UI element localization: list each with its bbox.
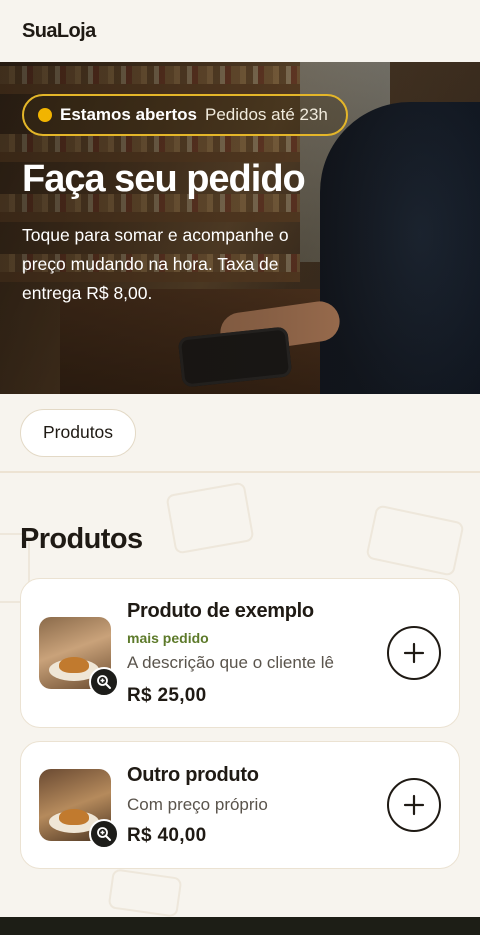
status-open-label: Estamos abertos [60,105,197,124]
product-info: Produto de exemplo mais pedido A descriç… [111,600,387,707]
add-to-cart-button[interactable] [387,626,441,680]
zoom-in-icon[interactable] [89,667,119,697]
product-description: Com preço próprio [127,794,268,814]
plus-icon [403,794,425,816]
section-title: Produtos [20,523,143,555]
product-info: Outro produto Com preço próprio R$ 40,00 [111,764,387,847]
product-section: Produtos Produto de exemplo mais pedido … [0,473,480,918]
product-name: Outro produto [127,763,259,786]
hero-banner: Estamos abertos Pedidos até 23h Faça seu… [0,62,480,394]
hero-title: Faça seu pedido [22,158,306,200]
product-name: Produto de exemplo [127,599,314,622]
product-card[interactable]: Produto de exemplo mais pedido A descriç… [20,578,460,728]
category-chip-produtos[interactable]: Produtos [20,408,137,457]
product-price: R$ 40,00 [127,824,207,846]
hero-description: Toque para somar e acompanhe o preço mud… [22,225,289,303]
background-doodle [107,868,183,918]
store-status-badge: Estamos abertos Pedidos até 23h [22,94,348,136]
brand-logo[interactable]: SuaLoja [22,20,96,43]
category-filter-bar: Produtos [0,394,480,473]
product-image-food [59,809,89,825]
status-dot-icon [38,108,52,122]
zoom-in-icon[interactable] [89,819,119,849]
hero-content: Estamos abertos Pedidos até 23h Faça seu… [22,94,460,308]
bottom-cart-bar[interactable] [0,917,480,935]
product-tag: mais pedido [127,629,209,646]
plus-icon [403,642,425,664]
product-price: R$ 25,00 [127,684,207,706]
product-image-wrapper [39,769,119,849]
status-hours-label: Pedidos até 23h [205,105,328,124]
product-card[interactable]: Outro produto Com preço próprio R$ 40,00 [20,741,460,869]
product-image-wrapper [39,617,119,697]
product-description: A descrição que o cliente lê [127,652,334,672]
add-to-cart-button[interactable] [387,778,441,832]
top-bar: SuaLoja [0,0,480,62]
product-image-food [59,657,89,673]
